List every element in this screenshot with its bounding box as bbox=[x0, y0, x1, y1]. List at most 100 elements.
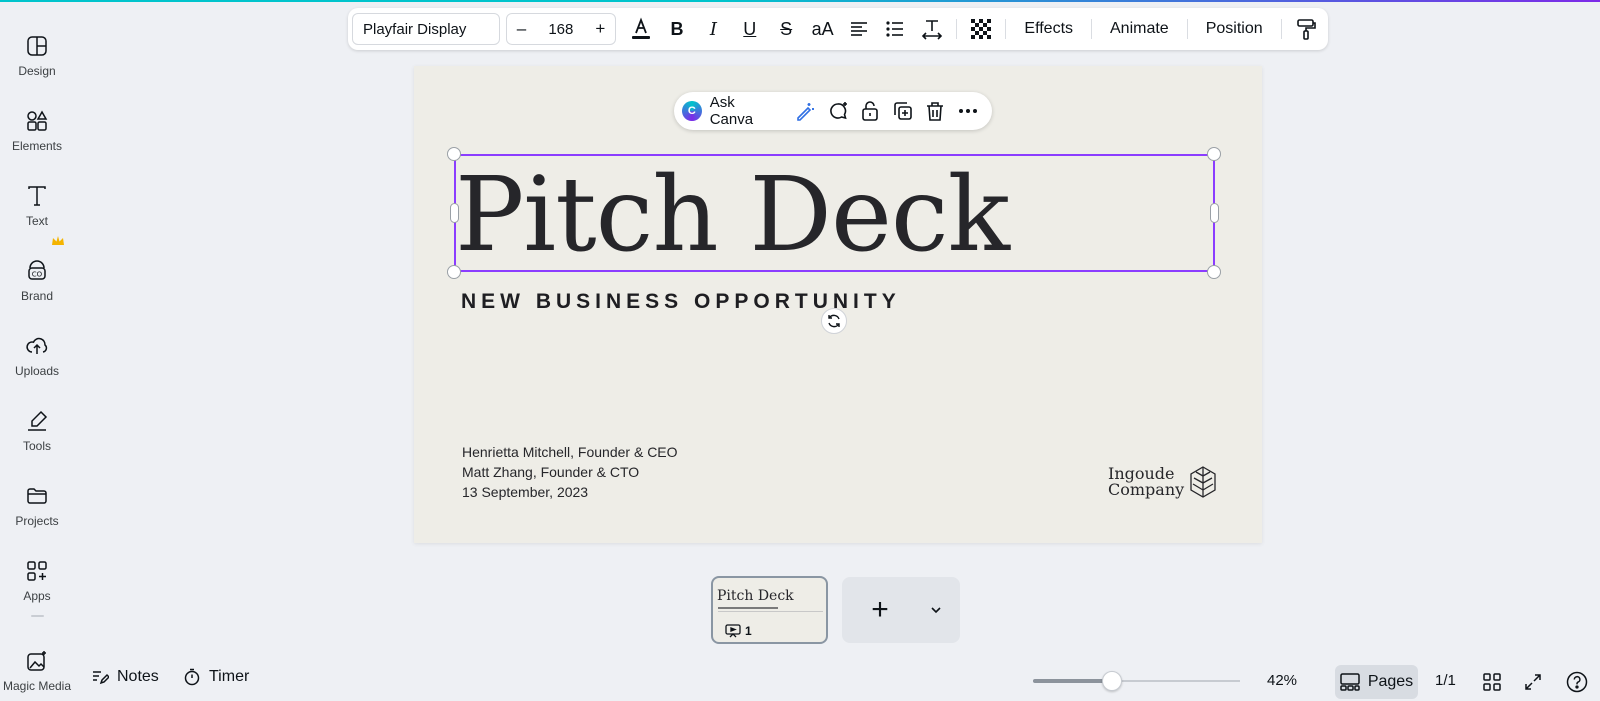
presenter-line-2: Matt Zhang, Founder & CTO bbox=[462, 464, 640, 480]
thumbnail-title: Pitch Deck bbox=[717, 588, 794, 604]
lock-button[interactable] bbox=[854, 96, 886, 126]
magic-edit-button[interactable] bbox=[789, 96, 821, 126]
present-icon bbox=[725, 624, 741, 638]
animate-button[interactable]: Animate bbox=[1098, 20, 1181, 38]
notes-button[interactable]: Notes bbox=[91, 668, 159, 686]
folder-icon bbox=[27, 488, 47, 504]
sidebar-item-brand[interactable]: CO Brand bbox=[0, 247, 74, 307]
copy-style-button[interactable] bbox=[1288, 13, 1324, 45]
company-logo[interactable]: Ingoude Company bbox=[1108, 465, 1218, 499]
thumbnail-page-badge: 1 bbox=[725, 624, 752, 638]
text-color-button[interactable] bbox=[622, 13, 658, 45]
page-thumbnail[interactable]: Pitch Deck 1 bbox=[711, 576, 828, 644]
toolbar-divider bbox=[1005, 19, 1007, 39]
brand-icon: CO bbox=[28, 260, 46, 280]
notes-icon bbox=[93, 671, 109, 685]
notes-label: Notes bbox=[117, 668, 159, 685]
font-size-value[interactable]: 168 bbox=[548, 21, 573, 38]
list-button[interactable] bbox=[877, 13, 913, 45]
sidebar-label-tools: Tools bbox=[22, 439, 51, 453]
help-icon bbox=[1566, 671, 1588, 693]
transparency-icon bbox=[971, 19, 992, 39]
italic-icon: I bbox=[709, 18, 717, 40]
duplicate-button[interactable] bbox=[887, 96, 919, 126]
add-page-options-button[interactable] bbox=[918, 603, 954, 617]
zoom-level[interactable]: 42% bbox=[1267, 672, 1297, 689]
add-comment-button[interactable] bbox=[822, 96, 854, 126]
bullet-list-icon bbox=[886, 21, 904, 37]
spacing-button[interactable] bbox=[914, 13, 950, 45]
sidebar-item-elements[interactable]: Elements bbox=[0, 97, 74, 157]
expand-icon bbox=[1525, 674, 1541, 690]
sidebar-label-elements: Elements bbox=[11, 139, 63, 153]
italic-button[interactable]: I bbox=[695, 13, 731, 45]
transparency-button[interactable] bbox=[963, 13, 999, 45]
resize-handle-left[interactable] bbox=[450, 203, 459, 223]
sidebar-item-tools[interactable]: Tools bbox=[0, 397, 74, 457]
underline-button[interactable]: U bbox=[732, 13, 768, 45]
rotate-handle[interactable] bbox=[821, 308, 847, 334]
zoom-slider-handle[interactable] bbox=[1102, 671, 1122, 691]
font-family-select[interactable]: Playfair Display bbox=[352, 13, 500, 45]
left-sidebar: Design Elements Text CO Brand Uploads To… bbox=[0, 0, 74, 701]
paint-roller-icon bbox=[1296, 19, 1316, 40]
grid-view-icon bbox=[1483, 673, 1501, 691]
pages-button[interactable]: Pages bbox=[1335, 665, 1418, 699]
svg-text:CO: CO bbox=[32, 271, 43, 279]
thumbnail-divider bbox=[718, 611, 823, 612]
sidebar-item-design[interactable]: Design bbox=[0, 22, 74, 82]
resize-handle-bottom-left[interactable] bbox=[447, 265, 461, 279]
font-size-increase-button[interactable]: + bbox=[595, 19, 605, 39]
elements-icon bbox=[27, 110, 48, 131]
thumbnail-subtitle-line bbox=[718, 607, 778, 609]
page-count: 1/1 bbox=[1435, 672, 1456, 689]
resize-handle-top-left[interactable] bbox=[447, 147, 461, 161]
help-button[interactable] bbox=[1565, 670, 1589, 694]
effects-button[interactable]: Effects bbox=[1012, 20, 1085, 38]
zoom-slider-fill bbox=[1033, 679, 1112, 683]
font-size-decrease-button[interactable]: – bbox=[517, 19, 526, 39]
text-icon bbox=[28, 186, 46, 206]
timer-button[interactable]: Timer bbox=[183, 668, 249, 686]
toolbar-divider bbox=[1091, 19, 1092, 39]
sidebar-label-magic-media: Magic Media bbox=[2, 679, 72, 693]
resize-handle-right[interactable] bbox=[1210, 203, 1219, 223]
bold-icon: B bbox=[670, 18, 684, 39]
grid-view-button[interactable] bbox=[1480, 670, 1504, 694]
position-button[interactable]: Position bbox=[1194, 20, 1275, 38]
sidebar-label-uploads: Uploads bbox=[14, 364, 60, 378]
resize-handle-bottom-right[interactable] bbox=[1207, 265, 1221, 279]
bold-button[interactable]: B bbox=[659, 13, 695, 45]
presentation-date: 13 September, 2023 bbox=[462, 484, 589, 500]
crown-icon bbox=[52, 236, 64, 245]
sidebar-item-text[interactable]: Text bbox=[0, 172, 74, 232]
tools-icon bbox=[28, 410, 48, 431]
align-button[interactable] bbox=[841, 13, 877, 45]
ask-canva-button[interactable]: Ask Canva bbox=[710, 94, 781, 128]
top-accent-bar bbox=[0, 0, 1600, 2]
add-page-button[interactable]: + bbox=[842, 593, 918, 627]
comment-add-icon bbox=[829, 102, 847, 120]
element-context-menu: C Ask Canva bbox=[674, 92, 992, 130]
unlock-icon bbox=[862, 101, 879, 121]
delete-button[interactable] bbox=[919, 96, 951, 126]
font-size-stepper[interactable]: – 168 + bbox=[505, 13, 617, 45]
sidebar-item-apps[interactable]: Apps bbox=[0, 547, 74, 607]
toolbar-divider bbox=[1186, 19, 1188, 39]
sidebar-label-design: Design bbox=[18, 64, 56, 78]
underline-icon: U bbox=[743, 18, 757, 39]
duplicate-icon bbox=[893, 102, 912, 120]
add-page-group: + bbox=[842, 577, 960, 643]
strikethrough-button[interactable]: S bbox=[768, 13, 804, 45]
company-logo-text: Ingoude Company bbox=[1108, 466, 1184, 498]
sidebar-item-magic-media[interactable]: Magic Media bbox=[0, 637, 74, 697]
sidebar-item-uploads[interactable]: Uploads bbox=[0, 322, 74, 382]
canva-assistant-logo-icon: C bbox=[682, 101, 702, 121]
letter-case-button[interactable]: aA bbox=[804, 13, 840, 45]
text-color-icon bbox=[631, 17, 650, 39]
more-options-button[interactable] bbox=[952, 96, 984, 126]
presenter-info[interactable]: Henrietta Mitchell, Founder & CEO Matt Z… bbox=[462, 442, 678, 502]
resize-handle-top-right[interactable] bbox=[1207, 147, 1221, 161]
sidebar-item-projects[interactable]: Projects bbox=[0, 472, 74, 532]
fullscreen-button[interactable] bbox=[1521, 670, 1545, 694]
